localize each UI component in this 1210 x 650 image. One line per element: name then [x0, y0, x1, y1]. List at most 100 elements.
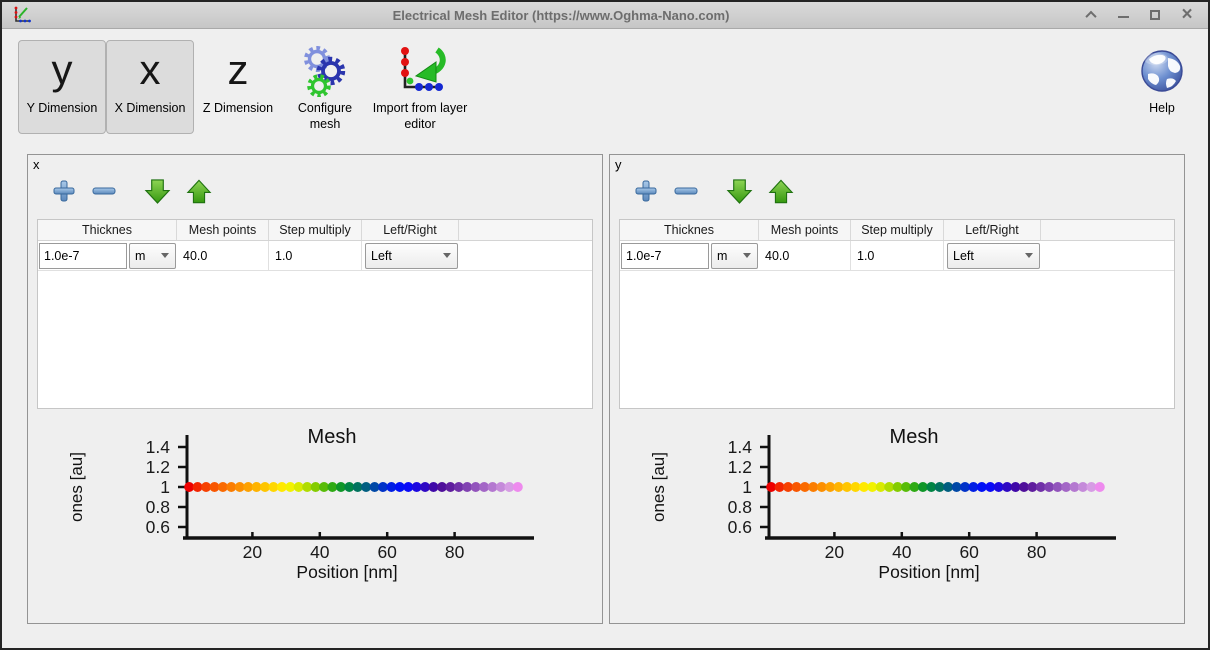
close-button[interactable]: ×	[1180, 8, 1194, 22]
side-select[interactable]: Left	[947, 243, 1040, 269]
mesh-table: Thicknes Mesh points Step multiply Left/…	[37, 219, 593, 409]
mesh-point	[513, 482, 523, 492]
x-axis-label: Position [nm]	[878, 562, 979, 582]
x-tick-label: 80	[1027, 542, 1047, 562]
mesh-plot: 1.41.210.80.620406080MeshPosition [nm]on…	[37, 425, 593, 585]
axis-import-icon	[394, 42, 446, 100]
x-tick-label: 80	[445, 542, 465, 562]
arrow-up-icon	[768, 178, 794, 205]
shade-button[interactable]	[1084, 8, 1098, 22]
app-icon[interactable]	[12, 5, 32, 25]
configure-mesh-label: Configure mesh	[283, 100, 367, 133]
y-tick-label: 1	[742, 477, 752, 497]
side-value: Left	[953, 249, 974, 263]
move-up-button[interactable]	[768, 178, 794, 205]
window-title: Electrical Mesh Editor (https://www.Oghm…	[38, 8, 1084, 23]
mesh-point	[808, 482, 818, 492]
panel-y-toolbar	[634, 177, 1184, 205]
y-tick-label: 0.8	[728, 497, 752, 517]
help-label: Help	[1120, 100, 1204, 116]
electrical-mesh-editor-window: Electrical Mesh Editor (https://www.Oghm…	[0, 0, 1210, 650]
globe-icon	[1139, 42, 1185, 100]
y-glyph: y	[52, 42, 73, 100]
y-tick-label: 0.6	[146, 517, 170, 537]
plus-icon	[52, 179, 76, 203]
header-step-multiply: Step multiply	[851, 220, 944, 240]
z-dimension-button[interactable]: z Z Dimension	[194, 40, 282, 134]
minimize-button[interactable]	[1116, 8, 1130, 22]
y-dimension-label: Y Dimension	[20, 100, 104, 116]
table-row: m 40.0 1.0 Left	[38, 241, 592, 271]
move-down-button[interactable]	[726, 178, 753, 205]
import-from-layer-editor-label: Import from layer editor	[370, 100, 470, 133]
main-toolbar: y Y Dimension x X Dimension z Z Dimensio…	[2, 29, 1208, 149]
header-mesh-points: Mesh points	[759, 220, 851, 240]
chart-title: Mesh	[890, 426, 939, 448]
z-glyph: z	[228, 42, 249, 100]
header-thicknes: Thicknes	[38, 220, 177, 240]
y-dimension-button[interactable]: y Y Dimension	[18, 40, 106, 134]
x-axis-label: Position [nm]	[296, 562, 397, 582]
panel-x-toolbar	[52, 177, 602, 205]
titlebar: Electrical Mesh Editor (https://www.Oghm…	[2, 2, 1208, 29]
step-multiply-cell[interactable]: 1.0	[851, 241, 944, 270]
side-value: Left	[371, 249, 392, 263]
thickness-input[interactable]	[621, 243, 709, 269]
y-axis-label: ones [au]	[67, 452, 86, 522]
mesh-point	[1044, 482, 1054, 492]
panel-x: x	[27, 154, 603, 624]
step-multiply-cell[interactable]: 1.0	[269, 241, 362, 270]
x-tick-label: 20	[825, 542, 845, 562]
import-from-layer-editor-button[interactable]: Import from layer editor	[368, 40, 472, 134]
maximize-button[interactable]	[1148, 8, 1162, 22]
gears-icon	[300, 42, 350, 100]
minus-icon	[91, 179, 117, 203]
y-tick-label: 1.2	[146, 457, 170, 477]
chevron-down-icon	[161, 253, 169, 258]
y-tick-label: 1	[160, 477, 170, 497]
x-glyph: x	[140, 42, 161, 100]
move-up-button[interactable]	[186, 178, 212, 205]
chart-title: Mesh	[308, 426, 357, 448]
header-mesh-points: Mesh points	[177, 220, 269, 240]
mesh-point	[1095, 482, 1105, 492]
remove-row-button[interactable]	[91, 179, 117, 203]
unit-value: m	[717, 249, 727, 263]
header-left-right: Left/Right	[944, 220, 1041, 240]
mesh-points-cell[interactable]: 40.0	[759, 241, 851, 270]
chevron-down-icon	[443, 253, 451, 258]
chevron-down-icon	[1025, 253, 1033, 258]
arrow-down-icon	[726, 178, 753, 205]
y-tick-label: 0.8	[146, 497, 170, 517]
remove-row-button[interactable]	[673, 179, 699, 203]
mesh-points-cell[interactable]: 40.0	[177, 241, 269, 270]
unit-select[interactable]: m	[129, 243, 176, 269]
x-tick-label: 40	[310, 542, 330, 562]
add-row-button[interactable]	[52, 179, 76, 203]
x-tick-label: 60	[959, 542, 979, 562]
unit-value: m	[135, 249, 145, 263]
move-down-button[interactable]	[144, 178, 171, 205]
mesh-point	[775, 482, 785, 492]
maximize-icon	[1150, 10, 1160, 20]
x-dimension-label: X Dimension	[108, 100, 192, 116]
configure-mesh-button[interactable]: Configure mesh	[282, 40, 368, 134]
x-dimension-button[interactable]: x X Dimension	[106, 40, 194, 134]
y-tick-label: 1.4	[728, 437, 753, 457]
panel-x-label: x	[33, 157, 40, 172]
add-row-button[interactable]	[634, 179, 658, 203]
arrow-down-icon	[144, 178, 171, 205]
y-tick-label: 0.6	[728, 517, 752, 537]
thickness-input[interactable]	[39, 243, 127, 269]
mesh-point	[943, 482, 953, 492]
header-filler	[459, 220, 592, 240]
x-tick-label: 20	[243, 542, 263, 562]
header-thicknes: Thicknes	[620, 220, 759, 240]
y-tick-label: 1.2	[728, 457, 752, 477]
help-button[interactable]: Help	[1130, 40, 1194, 134]
z-dimension-label: Z Dimension	[196, 100, 280, 116]
unit-select[interactable]: m	[711, 243, 758, 269]
panel-y: y	[609, 154, 1185, 624]
chevron-up-icon	[1085, 11, 1096, 22]
side-select[interactable]: Left	[365, 243, 458, 269]
